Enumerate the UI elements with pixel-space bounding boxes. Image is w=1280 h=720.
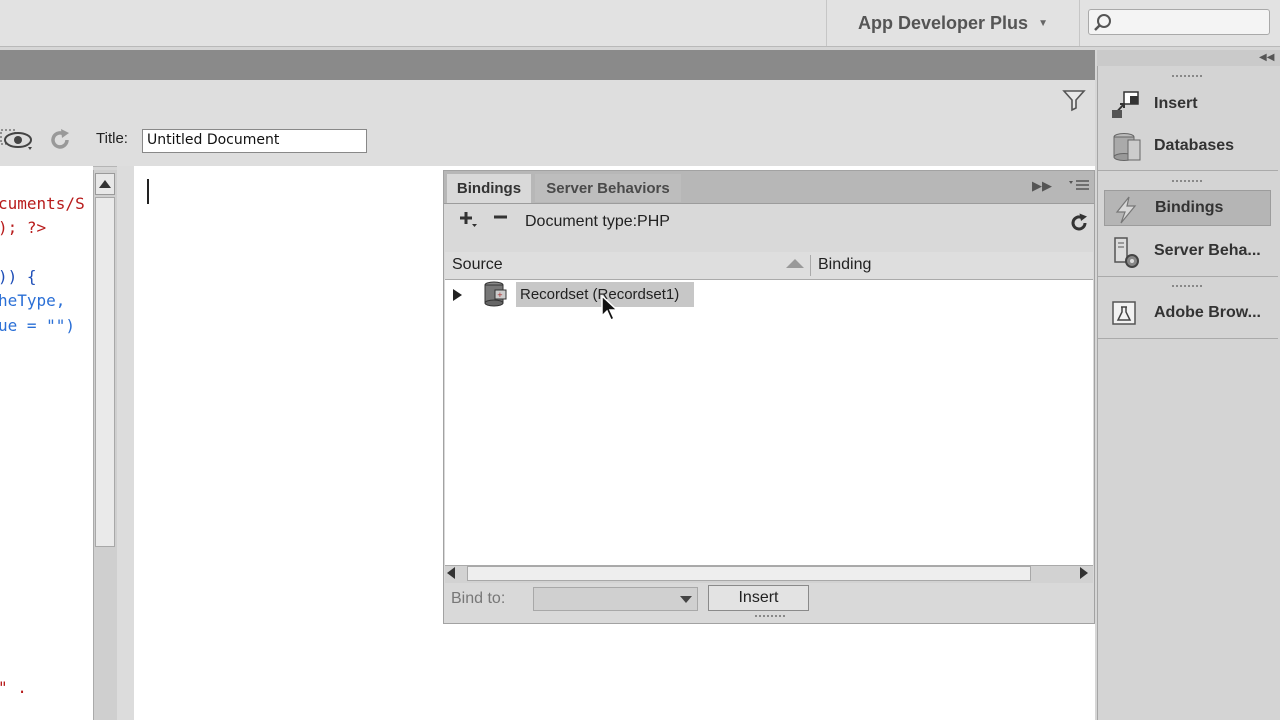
- title-label: Title:: [96, 130, 128, 147]
- panel-group-grip[interactable]: [1172, 75, 1202, 80]
- server-behaviors-icon: [1110, 237, 1144, 276]
- code-line: heType,: [0, 291, 66, 310]
- dock-item-label: Databases: [1154, 137, 1235, 154]
- recordset-icon: +: [483, 281, 509, 311]
- arrow-up-icon: [99, 180, 111, 188]
- dock-item-label: Adobe Brow...: [1154, 304, 1261, 321]
- bind-to-select[interactable]: [533, 587, 698, 611]
- refresh-bindings-icon[interactable]: [1069, 213, 1089, 237]
- text-caret: [147, 179, 149, 204]
- workspace-label: App Developer Plus: [858, 12, 1029, 33]
- document-type-label: Document type:PHP: [525, 213, 670, 230]
- document-toolbar: [0, 80, 1095, 167]
- dock-item-server-behaviors[interactable]: Server Beha...: [1104, 233, 1271, 269]
- panel-group-grip[interactable]: [1172, 180, 1202, 185]
- search-icon: [1094, 14, 1111, 31]
- scrollbar-thumb[interactable]: [467, 566, 1031, 581]
- dock-item-insert[interactable]: Insert: [1104, 86, 1271, 122]
- document-tab-strip: [0, 50, 1095, 80]
- chevron-down-icon: ▼: [1038, 17, 1048, 29]
- scroll-up-button[interactable]: [95, 173, 115, 195]
- scroll-left-icon[interactable]: [447, 567, 455, 579]
- panel-group-grip[interactable]: [1172, 285, 1202, 290]
- dock-item-adobe-browserlab[interactable]: Adobe Brow...: [1104, 295, 1271, 331]
- expand-panel-icon[interactable]: ▶▶: [1032, 178, 1052, 194]
- svg-text:+: +: [497, 291, 503, 299]
- column-header-source[interactable]: Source: [452, 256, 503, 274]
- refresh-icon[interactable]: [48, 128, 72, 156]
- minus-icon: [494, 215, 507, 219]
- search-input[interactable]: [1088, 9, 1270, 35]
- panel-menu-icon[interactable]: [1068, 178, 1090, 196]
- insert-button[interactable]: Insert: [708, 585, 809, 611]
- dock-item-label: Insert: [1154, 95, 1198, 112]
- tab-bindings[interactable]: Bindings: [447, 174, 531, 203]
- code-view[interactable]: cuments/S ); ?> )) { heType, ue = "") " …: [0, 166, 93, 720]
- mouse-cursor-icon: [601, 294, 619, 327]
- collapse-dock-icon[interactable]: ◀◀: [1259, 52, 1274, 63]
- workspace-switcher[interactable]: App Developer Plus ▼: [826, 0, 1080, 46]
- column-divider[interactable]: [810, 255, 811, 276]
- code-line: " .: [0, 678, 27, 697]
- bind-to-label: Bind to:: [451, 590, 506, 607]
- split-view-divider[interactable]: [117, 166, 134, 720]
- plus-icon: [460, 212, 477, 227]
- code-line: ); ?>: [0, 218, 47, 237]
- code-line: ue = ""): [0, 316, 76, 335]
- column-header-binding[interactable]: Binding: [818, 256, 871, 274]
- panel-resize-grip[interactable]: [755, 615, 785, 621]
- column-header-row: [445, 252, 1093, 280]
- document-title-input[interactable]: Untitled Document: [142, 129, 367, 153]
- code-line: )) {: [0, 267, 37, 286]
- databases-icon: [1110, 132, 1144, 169]
- tab-server-behaviors[interactable]: Server Behaviors: [535, 174, 681, 202]
- expand-row-icon[interactable]: [453, 289, 462, 301]
- dock-header: [1097, 50, 1280, 66]
- dock-item-label: Bindings: [1155, 199, 1224, 216]
- live-view-icon[interactable]: [0, 127, 36, 157]
- add-binding-button[interactable]: [458, 210, 478, 236]
- scrollbar-thumb[interactable]: [95, 197, 115, 547]
- bindings-icon: [1111, 195, 1141, 230]
- code-line: cuments/S: [0, 194, 85, 213]
- chevron-down-icon[interactable]: [680, 596, 692, 603]
- dock-item-databases[interactable]: Databases: [1104, 128, 1271, 164]
- divider: [1098, 170, 1278, 171]
- divider: [1098, 276, 1278, 277]
- dock-item-label: Server Beha...: [1154, 242, 1261, 259]
- remove-binding-button[interactable]: [492, 208, 510, 232]
- filter-icon[interactable]: [1062, 88, 1086, 116]
- scroll-right-icon[interactable]: [1080, 567, 1088, 579]
- adobe-browserlab-icon: [1110, 299, 1140, 334]
- divider: [1098, 338, 1278, 339]
- dock-item-bindings[interactable]: Bindings: [1104, 190, 1271, 226]
- sort-ascending-icon[interactable]: [786, 259, 804, 268]
- insert-icon: [1110, 90, 1144, 125]
